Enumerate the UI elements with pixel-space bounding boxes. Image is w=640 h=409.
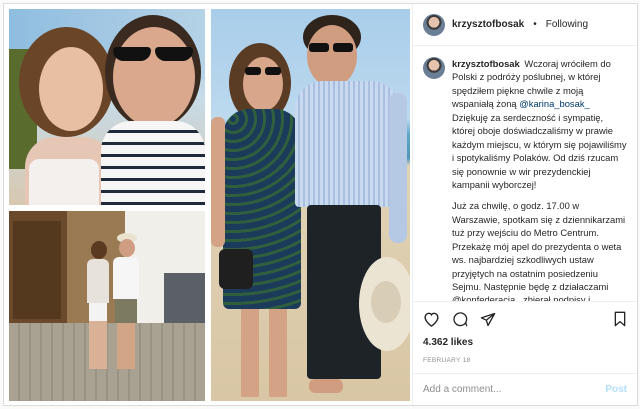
comment-input[interactable]: Add a comment... <box>423 384 605 395</box>
comments-section[interactable]: krzysztofbosak Wczoraj wróciłem do Polsk… <box>413 46 637 301</box>
instagram-post: krzysztofbosak • Following krzysztofbosa… <box>3 3 638 406</box>
likes-count[interactable]: 4.362 likes <box>423 337 627 348</box>
caption-username[interactable]: krzysztofbosak <box>452 58 520 69</box>
bookmark-icon[interactable] <box>613 311 627 327</box>
action-icons <box>423 310 627 328</box>
photo-collage[interactable] <box>4 4 412 405</box>
caption-para2: Już za chwilę, o godz. 17.00 w Warszawie… <box>452 200 626 301</box>
couple-building-photo <box>9 211 205 401</box>
mention-link[interactable]: @karina_bosak_ <box>519 98 590 109</box>
comment-icon[interactable] <box>452 311 468 327</box>
share-icon[interactable] <box>480 312 496 327</box>
following-button[interactable]: Following <box>546 19 588 30</box>
comment-box: Add a comment... Post <box>413 373 637 405</box>
selfie-photo <box>9 9 205 205</box>
post-sidebar: krzysztofbosak • Following krzysztofbosa… <box>412 4 637 405</box>
avatar[interactable] <box>423 13 445 36</box>
caption-avatar[interactable] <box>423 57 445 79</box>
couple-beach-photo <box>211 9 410 401</box>
heart-icon[interactable] <box>423 311 440 327</box>
caption-text: krzysztofbosak Wczoraj wróciłem do Polsk… <box>452 57 627 301</box>
post-actions: 4.362 likes FEBRUARY 18 <box>413 301 637 364</box>
post-button[interactable]: Post <box>605 384 627 395</box>
header-separator: • <box>533 19 537 30</box>
post-date[interactable]: FEBRUARY 18 <box>423 357 627 364</box>
post-header: krzysztofbosak • Following <box>413 4 637 46</box>
header-username[interactable]: krzysztofbosak <box>452 19 524 30</box>
caption-para1-after: Dziękuję za serdeczność i sympatię, któr… <box>452 111 627 190</box>
